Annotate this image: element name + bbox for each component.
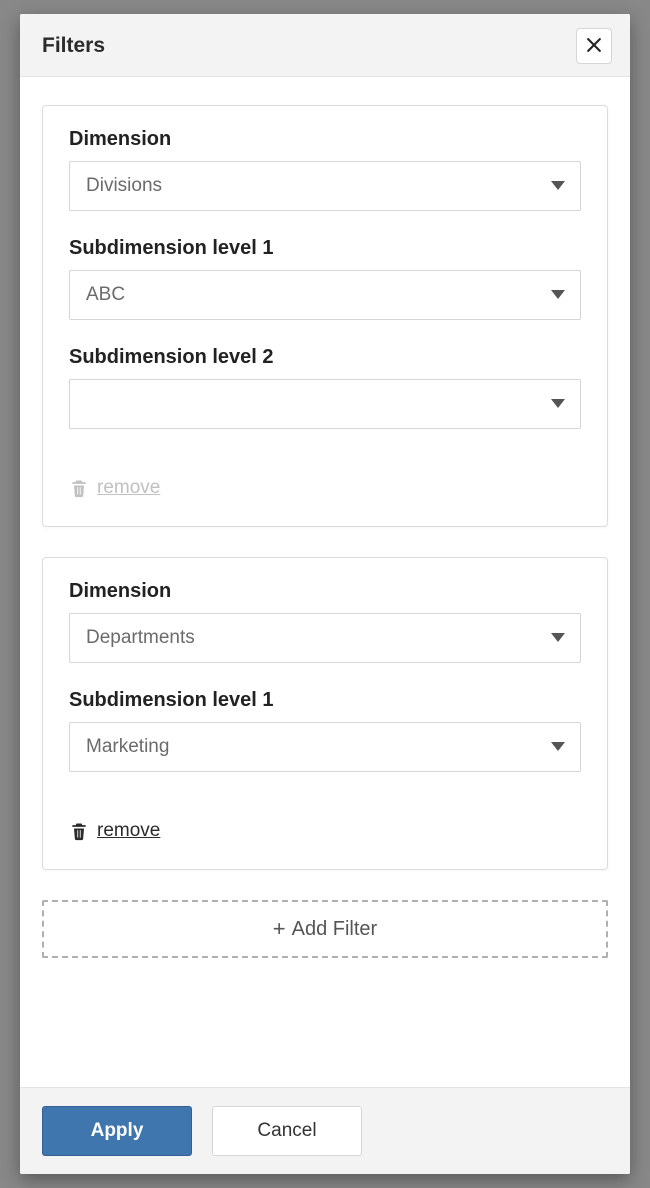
field-label-subdimension-1: Subdimension level 1 — [69, 237, 581, 260]
add-filter-button[interactable]: + Add Filter — [42, 900, 608, 958]
trash-icon — [69, 477, 89, 499]
filter-card: Dimension Subdimension level 1 Subdimens… — [42, 105, 608, 527]
modal-body: Dimension Subdimension level 1 Subdimens… — [20, 77, 630, 1087]
dimension-select[interactable] — [69, 613, 581, 663]
subdimension-1-select[interactable] — [69, 270, 581, 320]
remove-filter-label: remove — [97, 477, 160, 499]
select-wrap — [69, 270, 581, 320]
modal-footer: Apply Cancel — [20, 1087, 630, 1174]
filter-card: Dimension Subdimension level 1 — [42, 557, 608, 870]
remove-filter-link[interactable]: remove — [69, 820, 160, 842]
select-wrap — [69, 722, 581, 772]
plus-icon: + — [273, 918, 286, 940]
cancel-button[interactable]: Cancel — [212, 1106, 362, 1156]
subdimension-1-select[interactable] — [69, 722, 581, 772]
trash-icon — [69, 820, 89, 842]
subdimension-2-select[interactable] — [69, 379, 581, 429]
field-label-subdimension-1: Subdimension level 1 — [69, 689, 581, 712]
field-label-subdimension-2: Subdimension level 2 — [69, 346, 581, 369]
field-label-dimension: Dimension — [69, 580, 581, 603]
remove-filter-link: remove — [69, 477, 160, 499]
field-label-dimension: Dimension — [69, 128, 581, 151]
add-filter-label: Add Filter — [292, 918, 378, 941]
modal-header: Filters — [20, 14, 630, 77]
filters-modal: Filters Dimension Subdimension level 1 — [20, 14, 630, 1174]
select-wrap — [69, 379, 581, 429]
select-wrap — [69, 613, 581, 663]
modal-title: Filters — [42, 34, 105, 58]
close-button[interactable] — [576, 28, 612, 64]
remove-filter-label: remove — [97, 820, 160, 842]
select-wrap — [69, 161, 581, 211]
dimension-select[interactable] — [69, 161, 581, 211]
close-icon — [584, 35, 604, 58]
apply-button[interactable]: Apply — [42, 1106, 192, 1156]
